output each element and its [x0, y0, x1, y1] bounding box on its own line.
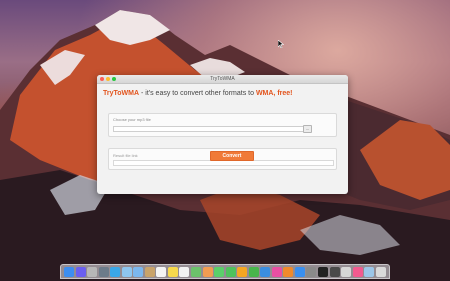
- app-header: TryToWMA - it's easy to convert other fo…: [103, 90, 293, 97]
- system-tool-icon[interactable]: [98, 266, 109, 277]
- photos-icon[interactable]: [202, 266, 213, 277]
- tagline: - it's easy to convert other formats to: [139, 90, 256, 97]
- itunes-store-icon[interactable]: [352, 266, 363, 277]
- calendar-icon[interactable]: [156, 266, 167, 277]
- file-path-input[interactable]: [113, 126, 305, 132]
- activity-monitor-icon[interactable]: [329, 266, 340, 277]
- folder-icon[interactable]: [364, 266, 375, 277]
- downloads-icon[interactable]: [341, 266, 352, 277]
- tagline-link[interactable]: WMA, free!: [256, 90, 293, 97]
- maps-icon[interactable]: [191, 266, 202, 277]
- keynote-icon[interactable]: [260, 266, 271, 277]
- mail-icon[interactable]: [133, 266, 144, 277]
- photos-app-icon[interactable]: [121, 266, 132, 277]
- mouse-cursor-icon: [278, 40, 284, 48]
- notes-icon[interactable]: [167, 266, 178, 277]
- trash-icon[interactable]: [375, 266, 386, 277]
- reminders-icon[interactable]: [179, 266, 190, 277]
- facetime-icon[interactable]: [225, 266, 236, 277]
- ibooks-icon[interactable]: [283, 266, 294, 277]
- brand-name: TryToWMA: [103, 90, 140, 97]
- numbers-icon[interactable]: [248, 266, 259, 277]
- messages-icon[interactable]: [214, 266, 225, 277]
- dock: [60, 264, 390, 279]
- siri-icon[interactable]: [75, 266, 86, 277]
- convert-button[interactable]: Convert: [210, 151, 254, 161]
- file-chooser-panel: Choose your mp3 file ...: [108, 113, 337, 137]
- window-titlebar[interactable]: TryToWMA: [97, 75, 348, 84]
- window-title: TryToWMA: [210, 76, 235, 82]
- itunes-icon[interactable]: [271, 266, 282, 277]
- system-preferences-icon[interactable]: [306, 266, 317, 277]
- browse-button[interactable]: ...: [303, 125, 312, 133]
- safari-icon[interactable]: [110, 266, 121, 277]
- pages-icon[interactable]: [237, 266, 248, 277]
- choose-file-label: Choose your mp3 file: [113, 117, 151, 122]
- contacts-icon[interactable]: [144, 266, 155, 277]
- app-store-icon[interactable]: [294, 266, 305, 277]
- result-file-label: Result file link: [113, 153, 138, 158]
- app-window: TryToWMA TryToWMA - it's easy to convert…: [97, 75, 348, 194]
- finder-icon[interactable]: [64, 266, 74, 277]
- launchpad-icon[interactable]: [87, 266, 98, 277]
- terminal-icon[interactable]: [318, 266, 329, 277]
